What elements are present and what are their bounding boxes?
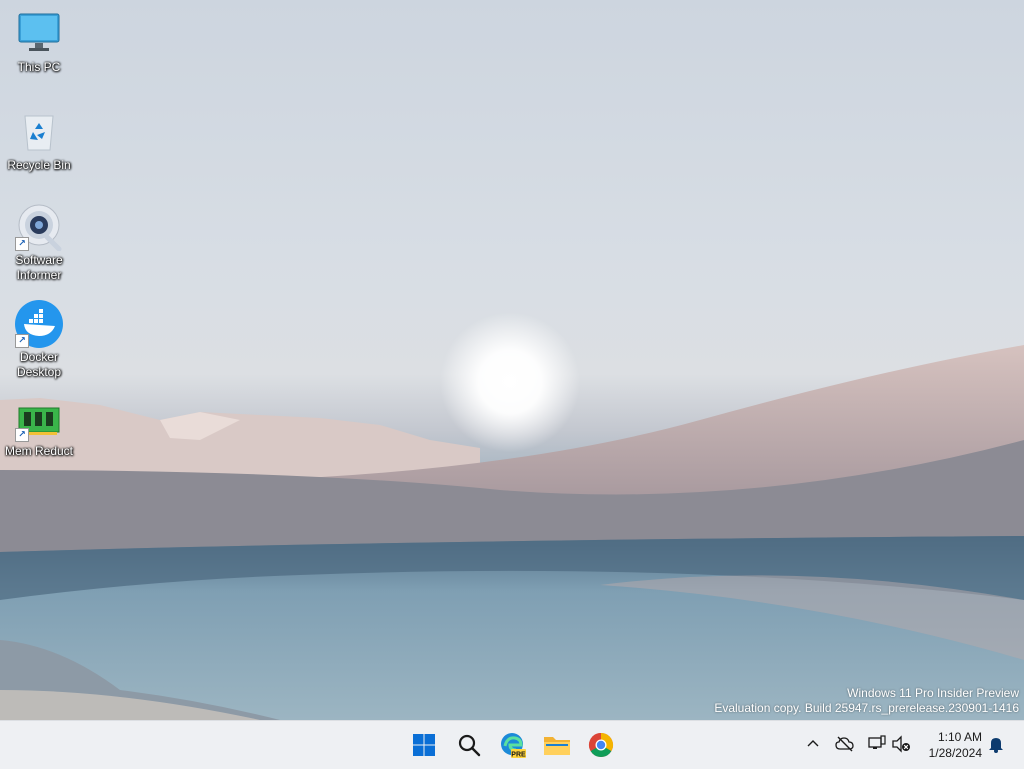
desktop-icon-software-informer[interactable]: ↗ Software Informer xyxy=(0,203,78,283)
edge-canary-button[interactable]: PRE xyxy=(495,727,531,763)
shortcut-arrow-icon: ↗ xyxy=(15,428,29,442)
desktop-icon-label: This PC xyxy=(17,60,61,74)
clock[interactable]: 1:10 AM 1/28/2024 xyxy=(929,729,982,761)
onedrive-tray-button[interactable] xyxy=(834,733,856,755)
desktop-icon-this-pc[interactable]: This PC xyxy=(0,10,78,75)
desktop-icon-label: Mem Reduct xyxy=(4,444,74,458)
file-explorer-button[interactable] xyxy=(539,727,575,763)
recycle-bin-icon xyxy=(15,108,63,156)
desktop-icon-label: Software Informer xyxy=(15,253,63,282)
monitor-icon xyxy=(15,10,63,58)
software-informer-icon: ↗ xyxy=(15,203,63,252)
desktop-icon-mem-reduct[interactable]: ↗ Mem Reduct xyxy=(0,402,78,459)
start-button[interactable] xyxy=(406,727,442,763)
network-tray-button[interactable] xyxy=(866,733,888,755)
show-hidden-icons-button[interactable] xyxy=(802,733,824,755)
cloud-off-icon xyxy=(835,736,854,752)
search-icon xyxy=(458,734,481,757)
watermark-line-2: Evaluation copy. Build 25947.rs_prerelea… xyxy=(714,701,1019,715)
watermark-line-1: Windows 11 Pro Insider Preview xyxy=(847,686,1019,700)
docker-whale-icon: ↗ xyxy=(15,300,63,348)
shortcut-arrow-icon: ↗ xyxy=(15,334,29,348)
network-icon xyxy=(868,735,886,749)
taskbar: PRE 1:10 AM 1/28/2024 xyxy=(0,720,1024,769)
desktop-icon-recycle-bin[interactable]: Recycle Bin xyxy=(0,108,78,173)
wallpaper xyxy=(0,312,1024,720)
edge-pre-badge: PRE xyxy=(511,752,526,759)
search-button[interactable] xyxy=(451,727,487,763)
desktop-icon-docker-desktop[interactable]: ↗ Docker Desktop xyxy=(0,300,78,380)
chrome-button[interactable] xyxy=(583,727,619,763)
volume-muted-icon xyxy=(892,735,910,753)
shortcut-arrow-icon: ↗ xyxy=(15,237,29,251)
desktop[interactable]: This PC Recycle Bin ↗ Software Informer xyxy=(0,0,1024,720)
desktop-icon-label: Recycle Bin xyxy=(7,158,71,172)
memory-chip-icon: ↗ xyxy=(15,402,63,442)
desktop-icon-label: Docker Desktop xyxy=(16,350,62,379)
clock-date: 1/28/2024 xyxy=(928,746,982,760)
bell-icon xyxy=(989,738,1003,753)
clock-time: 1:10 AM xyxy=(937,730,982,744)
notification-center-button[interactable] xyxy=(985,733,1007,755)
chevron-up-icon xyxy=(807,740,819,747)
folder-icon xyxy=(544,737,570,755)
chrome-icon xyxy=(588,733,614,758)
edge-pre-icon: PRE xyxy=(501,733,526,759)
evaluation-watermark: Windows 11 Pro Insider Preview Evaluatio… xyxy=(714,686,1019,716)
windows-start-icon xyxy=(413,734,435,756)
volume-tray-button[interactable] xyxy=(890,733,912,755)
